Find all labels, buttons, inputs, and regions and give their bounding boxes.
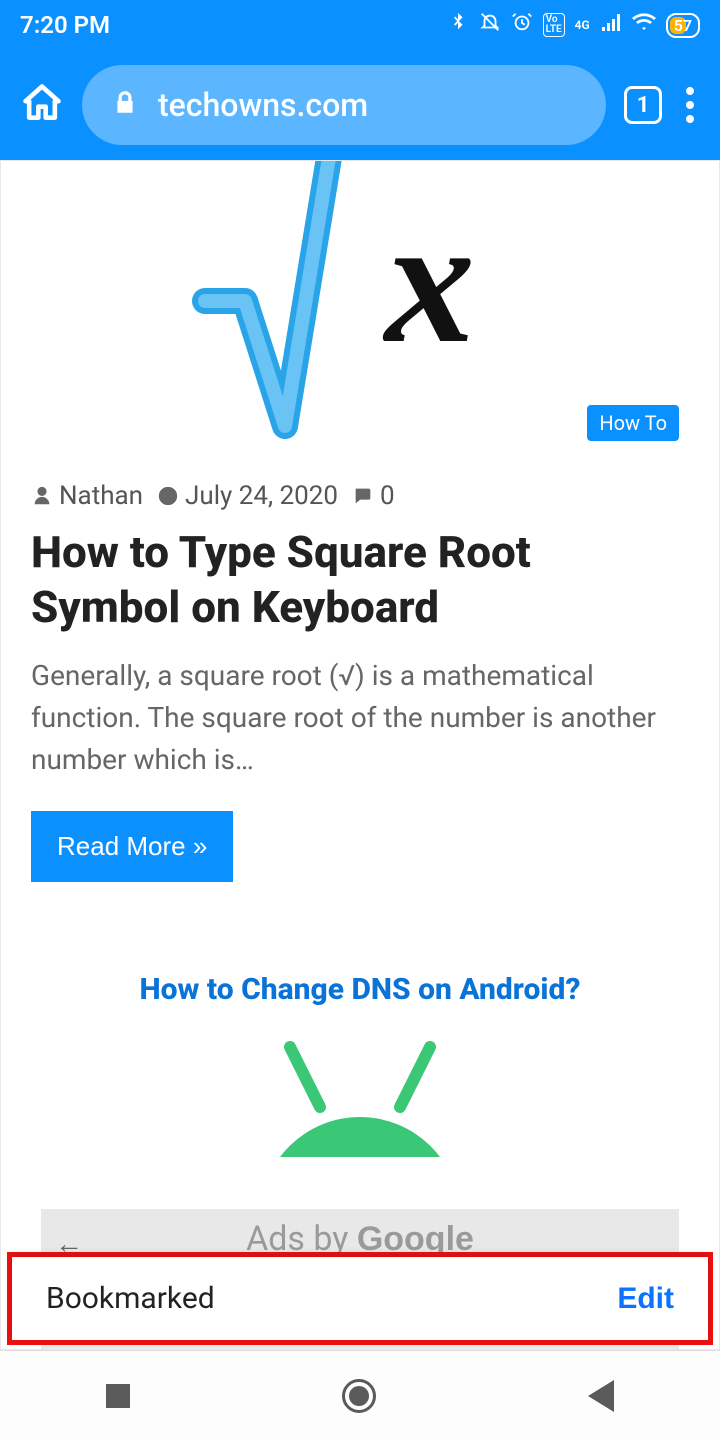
comment-count[interactable]: 0 — [352, 481, 395, 511]
network-type: 4G — [575, 18, 590, 32]
dnd-icon — [479, 11, 501, 39]
snackbar-edit-button[interactable]: Edit — [617, 1282, 674, 1316]
webpage-content[interactable]: x How To Nathan July 24, 2020 0 How to T… — [0, 160, 720, 1350]
next-article-link[interactable]: How to Change DNS on Android? — [1, 972, 719, 1007]
address-bar[interactable]: techowns.com — [82, 65, 606, 145]
status-bar: 7:20 PM VoLTE 4G 57 — [0, 0, 720, 50]
bookmark-snackbar: Bookmarked Edit — [12, 1257, 708, 1340]
volte-icon: VoLTE — [543, 13, 565, 37]
snackbar-message: Bookmarked — [46, 1281, 215, 1316]
menu-button[interactable] — [680, 81, 700, 129]
recents-button[interactable] — [106, 1384, 130, 1408]
browser-toolbar: techowns.com 1 — [0, 50, 720, 160]
author[interactable]: Nathan — [31, 481, 143, 511]
signal-icon — [600, 11, 622, 39]
article-excerpt: Generally, a square root (√) is a mathem… — [1, 655, 719, 781]
url-text: techowns.com — [158, 86, 368, 124]
category-badge[interactable]: How To — [587, 405, 679, 441]
svg-text:x: x — [382, 181, 475, 380]
square-root-icon: x — [190, 160, 530, 451]
publish-date: July 24, 2020 — [157, 481, 338, 511]
user-icon — [31, 485, 53, 507]
back-button[interactable] — [588, 1380, 614, 1412]
hero-image: x How To — [1, 161, 719, 461]
read-more-button[interactable]: Read More » — [31, 811, 233, 882]
article-meta: Nathan July 24, 2020 0 — [1, 481, 719, 511]
comments-icon — [352, 485, 374, 507]
clock-icon — [157, 485, 179, 507]
home-button[interactable] — [20, 81, 64, 129]
wifi-icon — [632, 10, 656, 40]
bluetooth-icon — [447, 11, 469, 39]
tabs-button[interactable]: 1 — [624, 86, 662, 124]
status-icons: VoLTE 4G 57 — [447, 10, 700, 40]
system-navbar — [0, 1350, 720, 1440]
next-article-image — [1, 1037, 719, 1157]
lock-icon — [112, 87, 138, 123]
alarm-icon — [511, 11, 533, 39]
highlight-box: Bookmarked Edit — [7, 1252, 713, 1345]
android-icon — [230, 1037, 490, 1157]
home-button-nav[interactable] — [342, 1379, 376, 1413]
battery-icon: 57 — [666, 13, 700, 38]
clock: 7:20 PM — [20, 11, 110, 39]
article-title[interactable]: How to Type Square Root Symbol on Keyboa… — [1, 511, 719, 655]
